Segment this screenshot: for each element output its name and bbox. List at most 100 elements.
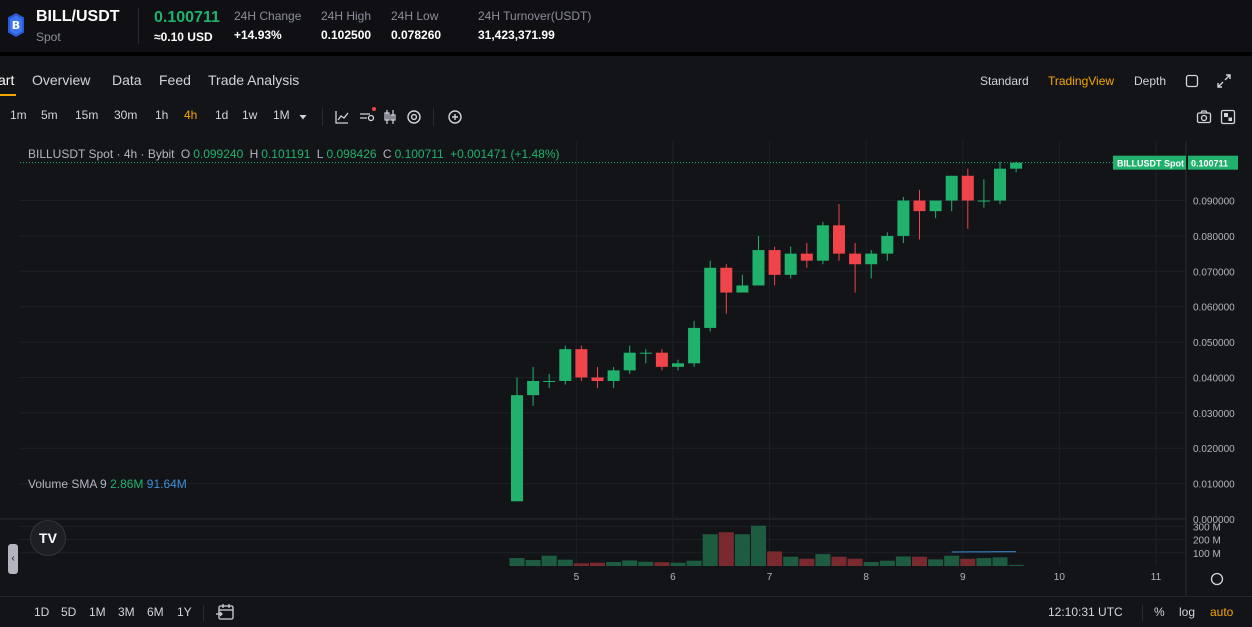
volume-bar-up <box>1008 564 1024 566</box>
interval-5m[interactable]: 5m <box>41 108 58 122</box>
expand-icon[interactable] <box>1216 73 1232 89</box>
range-1m[interactable]: 1M <box>89 605 106 619</box>
auto-scale-toggle[interactable]: auto <box>1210 605 1233 619</box>
price-chart[interactable]: 0.090000 0.080000 0.070000 0.060000 0.050000… <box>0 141 1252 596</box>
stat-value: 31,423,371.99 <box>478 28 555 42</box>
indicators-icon[interactable] <box>358 106 378 124</box>
chevron-down-icon[interactable] <box>298 112 308 122</box>
candle-up <box>994 168 1006 201</box>
candle-up <box>881 235 894 254</box>
interval-1w[interactable]: 1w <box>242 108 257 122</box>
goto-date-icon[interactable] <box>215 603 235 621</box>
utc-clock[interactable]: 12:10:31 UTC <box>1048 605 1123 619</box>
range-3m[interactable]: 3M <box>118 605 135 619</box>
range-6m[interactable]: 6M <box>147 605 164 619</box>
tab-data[interactable]: Data <box>112 72 142 88</box>
last-price: 0.100711 <box>154 9 220 26</box>
candle-down <box>833 225 845 254</box>
candle-down <box>720 267 733 293</box>
stat-24h-high: 24H High 0.102500 <box>321 9 371 42</box>
range-1y[interactable]: 1Y <box>177 605 192 619</box>
log-scale-toggle[interactable]: log <box>1179 605 1195 619</box>
add-circle-icon[interactable] <box>447 109 463 125</box>
interval-1M[interactable]: 1M <box>273 108 290 122</box>
scale-settings-icon[interactable] <box>1210 572 1224 586</box>
interval-15m[interactable]: 15m <box>75 108 98 122</box>
volume-bar-up <box>895 556 911 566</box>
volume-bar-up <box>992 557 1008 566</box>
mode-tradingview[interactable]: TradingView <box>1048 74 1114 88</box>
camera-icon[interactable] <box>1196 109 1212 125</box>
legend-high-label: H <box>249 147 259 161</box>
volume-bar-up <box>944 555 960 566</box>
legend-low-label: L <box>316 147 324 161</box>
tab-trade-analysis[interactable]: Trade Analysis <box>208 72 299 88</box>
volume-bar-up <box>783 556 799 566</box>
legend-title: BILLUSDT Spot · 4h · Bybit <box>28 147 175 161</box>
volume-bar-up <box>525 560 541 566</box>
volume-bar-up <box>638 561 654 566</box>
svg-text:B: B <box>12 19 20 32</box>
candle-down <box>913 200 926 212</box>
volume-bar-down <box>767 551 783 566</box>
indicator-chart-icon[interactable] <box>334 109 350 125</box>
mode-depth[interactable]: Depth <box>1134 74 1166 88</box>
candle-down <box>575 349 588 378</box>
scroll-handle[interactable]: ‹ <box>8 544 18 574</box>
volume-bar-up <box>879 560 895 566</box>
tradingview-logo[interactable]: TV <box>30 520 66 556</box>
active-tab-indicator <box>0 94 16 96</box>
range-1d[interactable]: 1D <box>34 605 49 619</box>
percent-scale-toggle[interactable]: % <box>1154 605 1165 619</box>
volume-legend: Volume SMA 9 2.86M 91.64M <box>28 477 187 491</box>
volume-bar-down <box>912 556 927 566</box>
candle-up <box>623 352 636 371</box>
candle-down <box>961 175 974 201</box>
time-tick-label: 7 <box>767 572 773 583</box>
price-tick-label: 0.020000 <box>1193 444 1235 455</box>
interval-1d[interactable]: 1d <box>215 108 228 122</box>
mode-standard[interactable]: Standard <box>980 74 1029 88</box>
candle-type-icon[interactable] <box>383 109 397 125</box>
candle-up <box>672 363 684 367</box>
volume-bar-up <box>557 559 573 566</box>
legend-open-label: O <box>180 147 191 161</box>
tab-chart[interactable]: art <box>0 72 14 88</box>
stat-24h-low: 24H Low 0.078260 <box>391 9 441 42</box>
market-type: Spot <box>36 30 61 44</box>
price-tick-label: 0.090000 <box>1193 197 1235 208</box>
candle-up <box>736 285 749 293</box>
candle-up <box>784 253 797 275</box>
tab-overview[interactable]: Overview <box>32 72 90 88</box>
price-tick-label: 0.070000 <box>1193 267 1235 278</box>
volume-sma-value: 91.64M <box>146 477 187 491</box>
pair-symbol[interactable]: BILL/USDT <box>36 8 120 26</box>
stat-label: 24H High <box>321 9 372 23</box>
symbol-tag-label: BILLUSDT Spot <box>1117 159 1184 169</box>
settings-gear-icon[interactable] <box>406 109 422 125</box>
interval-30m[interactable]: 30m <box>114 108 137 122</box>
legend-low: 0.098426 <box>326 147 377 161</box>
toolbar-separator <box>203 605 204 621</box>
stat-label: 24H Change <box>234 9 302 23</box>
candle-up <box>897 200 910 236</box>
candle-up <box>511 395 523 502</box>
volume-value: 2.86M <box>110 477 144 491</box>
price-tick-label: 0.080000 <box>1193 232 1235 243</box>
interval-4h[interactable]: 4h <box>184 108 197 122</box>
range-5d[interactable]: 5D <box>61 605 76 619</box>
ohlc-legend: BILLUSDT Spot · 4h · Bybit O 0.099240 H 0.… <box>28 147 563 161</box>
candle-up <box>752 250 765 286</box>
stat-value: 0.102500 <box>321 28 372 42</box>
legend-close: 0.100711 <box>394 147 444 161</box>
tab-feed[interactable]: Feed <box>159 72 191 88</box>
interval-1h[interactable]: 1h <box>155 108 168 122</box>
square-icon[interactable] <box>1185 74 1199 88</box>
volume-bar-up <box>734 534 750 566</box>
candle-down <box>655 352 668 367</box>
candle-down <box>800 253 813 261</box>
layout-icon[interactable] <box>1220 109 1236 125</box>
interval-1m[interactable]: 1m <box>10 108 27 122</box>
candle-up <box>527 381 540 396</box>
candle-up <box>543 381 556 382</box>
